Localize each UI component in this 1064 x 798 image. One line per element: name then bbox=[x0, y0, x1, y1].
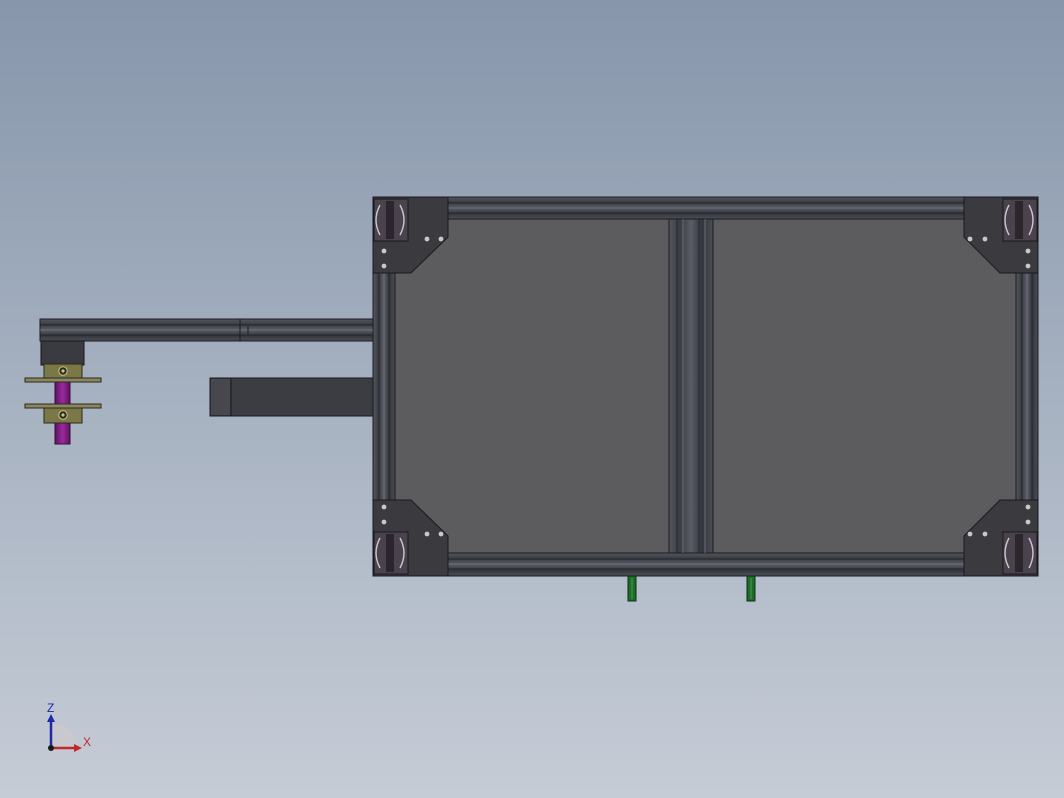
triad-plane-icon bbox=[51, 724, 78, 748]
leg-right bbox=[746, 575, 756, 602]
x-axis-label: X bbox=[83, 735, 91, 749]
coordinate-triad: Z X bbox=[47, 701, 91, 752]
bottom-rail bbox=[372, 552, 1039, 577]
actuator-block[interactable] bbox=[209, 377, 374, 417]
upper-clamp bbox=[24, 363, 102, 383]
z-axis-label: Z bbox=[47, 701, 54, 715]
top-rail bbox=[372, 196, 1039, 220]
tool-mount bbox=[40, 340, 85, 366]
tool-head[interactable] bbox=[24, 340, 102, 445]
left-panel bbox=[394, 218, 670, 554]
center-rail bbox=[668, 218, 714, 554]
lower-clamp bbox=[24, 403, 102, 424]
extension-arm[interactable] bbox=[39, 318, 374, 342]
cad-viewport[interactable]: Z X bbox=[0, 0, 1064, 798]
leg-left bbox=[627, 575, 637, 602]
main-frame[interactable] bbox=[372, 196, 1039, 577]
right-panel bbox=[712, 218, 1017, 554]
